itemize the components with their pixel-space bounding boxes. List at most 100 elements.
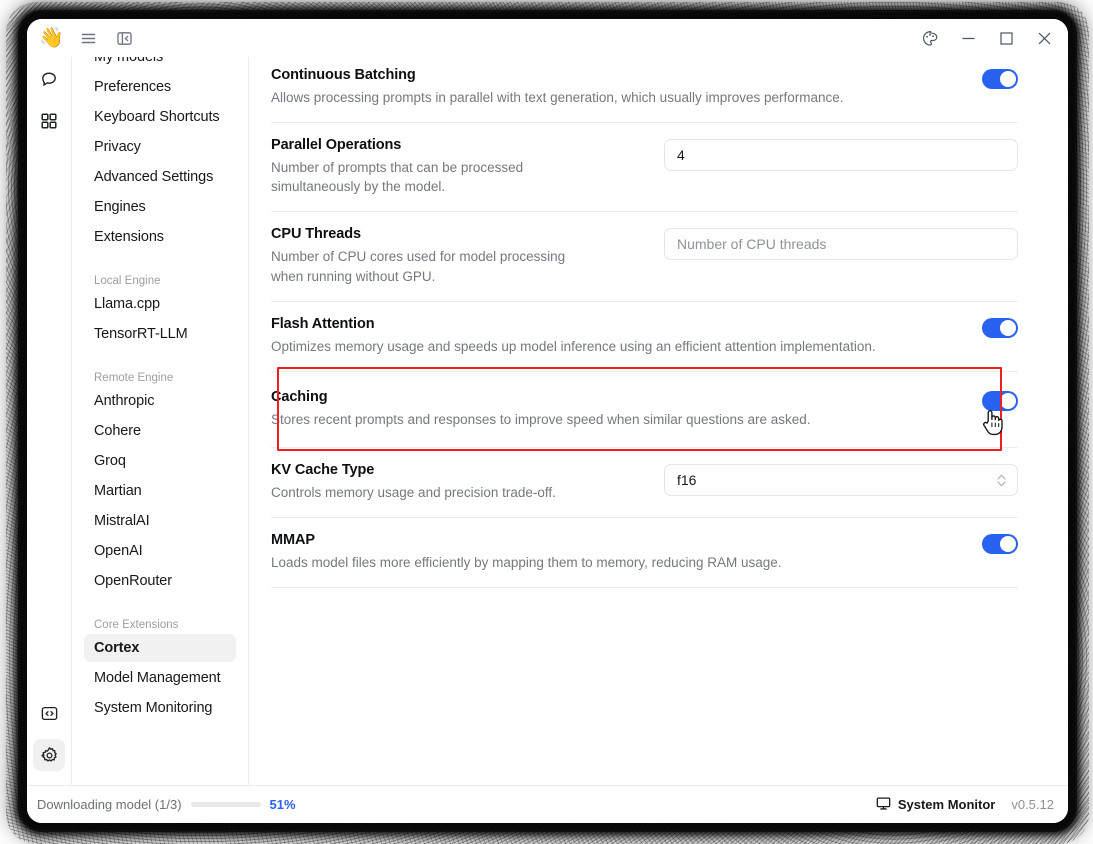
cpu-threads-input[interactable]: Number of CPU threads bbox=[664, 228, 1018, 261]
titlebar: 👋 bbox=[27, 19, 1068, 57]
hamburger-menu-icon[interactable] bbox=[78, 27, 100, 49]
chat-bubble-icon[interactable] bbox=[33, 63, 65, 95]
sidebar-group-remote-engine: Remote Engine bbox=[94, 372, 174, 384]
setting-text: MMAP Loads model files more efficiently … bbox=[271, 532, 982, 572]
palette-icon[interactable] bbox=[920, 28, 940, 48]
caching-toggle[interactable] bbox=[982, 390, 1018, 411]
sidebar-item-groq[interactable]: Groq bbox=[84, 447, 236, 475]
window-body: My models Preferences Keyboard Shortcuts… bbox=[27, 57, 1068, 785]
setting-row-kv-cache-type: KV Cache Type Controls memory usage and … bbox=[271, 448, 1018, 519]
sidebar-item-system-monitoring[interactable]: System Monitoring bbox=[84, 694, 236, 722]
toggle-knob bbox=[1000, 536, 1016, 553]
download-status: Downloading model (1/3) 51% bbox=[37, 797, 296, 812]
close-icon[interactable] bbox=[1034, 28, 1054, 48]
titlebar-left: 👋 bbox=[37, 27, 136, 49]
kv-cache-type-select[interactable]: f16 bbox=[664, 464, 1018, 497]
setting-control bbox=[982, 389, 1018, 411]
screenshot-frame: 👋 My models Preferences Keyboard Shortcu… bbox=[0, 0, 1093, 844]
minimize-icon[interactable] bbox=[958, 28, 978, 48]
settings-rows: Continuous Batching Allows processing pr… bbox=[271, 57, 1018, 589]
sidebar-item-cohere[interactable]: Cohere bbox=[84, 417, 236, 445]
setting-title: MMAP bbox=[271, 532, 315, 549]
sidebar-item-preferences[interactable]: Preferences bbox=[84, 73, 236, 101]
sidebar-item-advanced-settings[interactable]: Advanced Settings bbox=[84, 163, 236, 191]
sidebar-item-llama-cpp[interactable]: Llama.cpp bbox=[84, 290, 236, 318]
sidebar-group-local-engine: Local Engine bbox=[94, 275, 161, 287]
parallel-operations-input[interactable]: 4 bbox=[664, 139, 1018, 172]
download-status-text: Downloading model (1/3) bbox=[37, 797, 182, 812]
toggle-knob bbox=[1000, 392, 1016, 409]
sidebar-item-keyboard-shortcuts[interactable]: Keyboard Shortcuts bbox=[84, 103, 236, 131]
sidebar-item-engines[interactable]: Engines bbox=[84, 193, 236, 221]
setting-title: Flash Attention bbox=[271, 315, 375, 332]
setting-description: Number of prompts that can be processed … bbox=[271, 160, 524, 195]
setting-text: Parallel Operations Number of prompts th… bbox=[271, 137, 664, 196]
monitor-screen-icon bbox=[876, 796, 891, 814]
setting-text: Continuous Batching Allows processing pr… bbox=[271, 67, 982, 107]
window-controls bbox=[920, 28, 1056, 48]
setting-row-flash-attention: Flash Attention Optimizes memory usage a… bbox=[271, 302, 1018, 372]
setting-control bbox=[982, 316, 1018, 338]
sidebar-item-mistralai[interactable]: MistralAI bbox=[84, 507, 236, 535]
setting-title: Continuous Batching bbox=[271, 67, 416, 83]
setting-title: KV Cache Type bbox=[271, 462, 375, 479]
setting-text: Flash Attention Optimizes memory usage a… bbox=[271, 316, 982, 356]
statusbar-right: System Monitor v0.5.12 bbox=[876, 796, 1054, 814]
waving-hand-logo: 👋 bbox=[39, 27, 64, 49]
toggle-knob bbox=[1000, 71, 1016, 87]
setting-row-mmap: MMAP Loads model files more efficiently … bbox=[271, 518, 1018, 589]
setting-control: 4 bbox=[664, 137, 1018, 172]
toggle-knob bbox=[1000, 319, 1016, 336]
setting-row-continuous-batching: Continuous Batching Allows processing pr… bbox=[271, 57, 1018, 124]
sidebar-item-cortex[interactable]: Cortex bbox=[84, 634, 236, 662]
app-window: 👋 My models Preferences Keyboard Shortcu… bbox=[27, 19, 1068, 823]
setting-description: Number of CPU cores used for model proce… bbox=[271, 249, 566, 284]
icon-rail bbox=[27, 57, 71, 785]
setting-description: Loads model files more efficiently by ma… bbox=[271, 555, 782, 571]
settings-sidebar[interactable]: My models Preferences Keyboard Shortcuts… bbox=[71, 57, 249, 785]
setting-control: Number of CPU threads bbox=[664, 226, 1018, 261]
setting-title: Caching bbox=[271, 388, 328, 405]
statusbar: Downloading model (1/3) 51% System Monit… bbox=[27, 785, 1068, 823]
input-value: 4 bbox=[677, 147, 685, 164]
setting-control bbox=[982, 532, 1018, 555]
grid-apps-icon[interactable] bbox=[33, 105, 65, 137]
setting-description: Optimizes memory usage and speeds up mod… bbox=[271, 338, 876, 354]
sidebar-item-openai[interactable]: OpenAI bbox=[84, 537, 236, 565]
setting-text: Caching Stores recent prompts and respon… bbox=[271, 389, 982, 429]
app-version-label: v0.5.12 bbox=[1011, 797, 1054, 812]
download-progress-bar bbox=[190, 802, 261, 807]
chevron-updown-icon bbox=[996, 465, 1007, 495]
gear-settings-icon[interactable] bbox=[33, 739, 65, 771]
collapse-panel-icon[interactable] bbox=[114, 27, 136, 49]
sidebar-item-anthropic[interactable]: Anthropic bbox=[84, 387, 236, 415]
setting-title: Parallel Operations bbox=[271, 137, 402, 154]
setting-text: CPU Threads Number of CPU cores used for… bbox=[271, 226, 664, 285]
sidebar-scroll-content: My models Preferences Keyboard Shortcuts… bbox=[84, 57, 236, 722]
setting-text: KV Cache Type Controls memory usage and … bbox=[271, 462, 664, 502]
sidebar-group-core-extensions: Core Extensions bbox=[94, 619, 179, 631]
sidebar-item-model-management[interactable]: Model Management bbox=[84, 664, 236, 692]
code-brackets-icon[interactable] bbox=[33, 697, 65, 729]
sidebar-item-tensorrt-llm[interactable]: TensorRT-LLM bbox=[84, 320, 236, 348]
continuous-batching-toggle[interactable] bbox=[982, 69, 1018, 89]
setting-control bbox=[982, 67, 1018, 89]
setting-title: CPU Threads bbox=[271, 226, 361, 243]
mmap-toggle[interactable] bbox=[982, 534, 1018, 555]
sidebar-item-my-models[interactable]: My models bbox=[84, 57, 236, 71]
maximize-icon[interactable] bbox=[996, 28, 1016, 48]
setting-control: f16 bbox=[664, 462, 1018, 497]
download-progress-percent: 51% bbox=[269, 797, 296, 812]
setting-row-parallel-operations: Parallel Operations Number of prompts th… bbox=[271, 123, 1018, 213]
settings-panel: Continuous Batching Allows processing pr… bbox=[249, 57, 1068, 785]
sidebar-item-openrouter[interactable]: OpenRouter bbox=[84, 567, 236, 595]
sidebar-item-privacy[interactable]: Privacy bbox=[84, 133, 236, 161]
system-monitor-button[interactable]: System Monitor bbox=[876, 796, 996, 814]
setting-row-cpu-threads: CPU Threads Number of CPU cores used for… bbox=[271, 212, 1018, 302]
flash-attention-toggle[interactable] bbox=[982, 317, 1018, 338]
system-monitor-label: System Monitor bbox=[897, 797, 996, 812]
sidebar-item-extensions[interactable]: Extensions bbox=[84, 223, 236, 251]
setting-description: Allows processing prompts in parallel wi… bbox=[271, 90, 844, 105]
setting-description: Controls memory usage and precision trad… bbox=[271, 485, 556, 501]
sidebar-item-martian[interactable]: Martian bbox=[84, 477, 236, 505]
